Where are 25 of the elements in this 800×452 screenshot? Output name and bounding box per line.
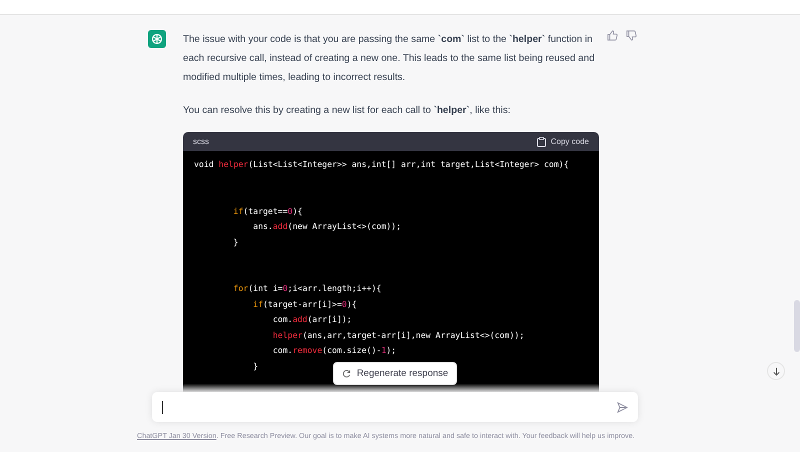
message-input-field[interactable] — [152, 392, 638, 422]
code-line: } — [253, 360, 258, 370]
message-paragraph: You can resolve this by creating a new list for each call to `helper`, like this: — [183, 104, 512, 118]
code-line: } — [233, 236, 238, 246]
code-line: if(target==0){ — [233, 206, 302, 216]
regenerate-button[interactable]: Regenerate response — [332, 362, 458, 385]
clipboard-icon — [536, 136, 546, 146]
code-language-label: scss — [193, 137, 209, 146]
scroll-down-button[interactable] — [767, 362, 785, 380]
code-line: com.add(arr[i]); — [272, 314, 352, 324]
thumbs-down-icon[interactable] — [626, 30, 637, 41]
scrollbar-thumb[interactable] — [794, 300, 800, 352]
code-line: void helper(List<List<Integer>> ans,int[] arr,int target,List<Integer> com){ — [194, 159, 569, 169]
thumbs-up-icon[interactable] — [607, 30, 618, 41]
code-line: for(int i=0;i<arr.length;i++){ — [233, 283, 382, 293]
message-paragraph: The issue with your code is that you are passing the same `com` list to the `helper` function in each recursive call, instead of creating a new one. This leads to the same list being reused and modified multiple times, leading to incorrect results. — [183, 33, 596, 85]
code-line: helper(ans,arr,target-arr[i],new ArrayList<>(com)); — [272, 330, 524, 340]
assistant-avatar-icon — [148, 30, 166, 48]
refresh-icon — [342, 369, 351, 378]
arrow-down-icon — [772, 366, 780, 376]
code-line: com.remove(com.size()-1); — [272, 345, 396, 355]
copy-code-button[interactable]: Copy code — [536, 136, 589, 146]
send-icon[interactable] — [617, 402, 628, 412]
code-line: ans.add(new ArrayList<>(com)); — [253, 221, 402, 231]
code-line: if(target-arr[i]>=0){ — [253, 298, 357, 308]
